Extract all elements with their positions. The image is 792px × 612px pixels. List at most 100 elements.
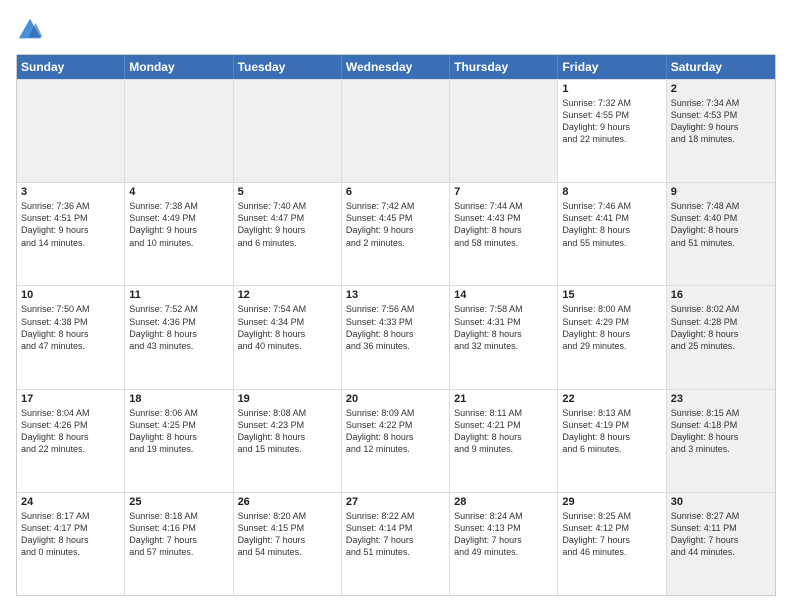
day-cell-30: 30 Sunrise: 8:27 AM Sunset: 4:11 PM Dayli… — [667, 493, 775, 595]
day-info: Sunrise: 8:15 AM Sunset: 4:18 PM Dayligh… — [671, 407, 771, 456]
logo — [16, 16, 48, 44]
day-info: Sunrise: 7:42 AM Sunset: 4:45 PM Dayligh… — [346, 200, 445, 249]
day-number: 2 — [671, 83, 771, 95]
day-cell-29: 29 Sunrise: 8:25 AM Sunset: 4:12 PM Dayli… — [558, 493, 666, 595]
day-info: Sunrise: 7:54 AM Sunset: 4:34 PM Dayligh… — [238, 303, 337, 352]
calendar-body: 1 Sunrise: 7:32 AM Sunset: 4:55 PM Daylig… — [17, 79, 775, 595]
week-row-3: 10 Sunrise: 7:50 AM Sunset: 4:38 PM Dayli… — [17, 285, 775, 388]
day-info: Sunrise: 7:38 AM Sunset: 4:49 PM Dayligh… — [129, 200, 228, 249]
day-info: Sunrise: 7:32 AM Sunset: 4:55 PM Dayligh… — [562, 97, 661, 146]
day-info: Sunrise: 8:11 AM Sunset: 4:21 PM Dayligh… — [454, 407, 553, 456]
day-cell-27: 27 Sunrise: 8:22 AM Sunset: 4:14 PM Dayli… — [342, 493, 450, 595]
day-cell-28: 28Sunrise: 8:24 AM Sunset: 4:13 PM Dayli… — [450, 493, 558, 595]
day-number: 30 — [671, 496, 771, 508]
day-cell-10: 10 Sunrise: 7:50 AM Sunset: 4:38 PM Dayli… — [17, 286, 125, 388]
day-cell-20: 20 Sunrise: 8:09 AM Sunset: 4:22 PM Dayli… — [342, 390, 450, 492]
day-info: Sunrise: 7:46 AM Sunset: 4:41 PM Dayligh… — [562, 200, 661, 249]
day-number: 27 — [346, 496, 445, 508]
day-cell-16: 16 Sunrise: 8:02 AM Sunset: 4:28 PM Dayli… — [667, 286, 775, 388]
day-number: 17 — [21, 393, 120, 405]
day-cell-1: 1 Sunrise: 7:32 AM Sunset: 4:55 PM Daylig… — [558, 80, 666, 182]
day-cell-4: 4 Sunrise: 7:38 AM Sunset: 4:49 PM Daylig… — [125, 183, 233, 285]
day-cell-26: 26 Sunrise: 8:20 AM Sunset: 4:15 PM Dayli… — [234, 493, 342, 595]
day-cell-12: 12 Sunrise: 7:54 AM Sunset: 4:34 PM Dayli… — [234, 286, 342, 388]
day-number: 7 — [454, 186, 553, 198]
day-info: Sunrise: 8:18 AM Sunset: 4:16 PM Dayligh… — [129, 510, 228, 559]
day-info: Sunrise: 8:09 AM Sunset: 4:22 PM Dayligh… — [346, 407, 445, 456]
day-info: Sunrise: 8:02 AM Sunset: 4:28 PM Dayligh… — [671, 303, 771, 352]
day-info: Sunrise: 8:17 AM Sunset: 4:17 PM Dayligh… — [21, 510, 120, 559]
day-header-saturday: Saturday — [667, 55, 775, 79]
day-cell-5: 5 Sunrise: 7:40 AM Sunset: 4:47 PM Daylig… — [234, 183, 342, 285]
day-cell-18: 18Sunrise: 8:06 AM Sunset: 4:25 PM Dayli… — [125, 390, 233, 492]
day-cell-8: 8 Sunrise: 7:46 AM Sunset: 4:41 PM Daylig… — [558, 183, 666, 285]
day-number: 12 — [238, 289, 337, 301]
day-number: 15 — [562, 289, 661, 301]
day-cell-22: 22 Sunrise: 8:13 AM Sunset: 4:19 PM Dayli… — [558, 390, 666, 492]
day-cell-9: 9 Sunrise: 7:48 AM Sunset: 4:40 PM Daylig… — [667, 183, 775, 285]
day-number: 18 — [129, 393, 228, 405]
day-cell-2: 2Sunrise: 7:34 AM Sunset: 4:53 PM Daylig… — [667, 80, 775, 182]
day-number: 28 — [454, 496, 553, 508]
day-info: Sunrise: 7:40 AM Sunset: 4:47 PM Dayligh… — [238, 200, 337, 249]
day-number: 10 — [21, 289, 120, 301]
day-number: 22 — [562, 393, 661, 405]
day-number: 26 — [238, 496, 337, 508]
day-number: 14 — [454, 289, 553, 301]
day-cell-21: 21 Sunrise: 8:11 AM Sunset: 4:21 PM Dayli… — [450, 390, 558, 492]
day-number: 9 — [671, 186, 771, 198]
day-number: 24 — [21, 496, 120, 508]
day-header-tuesday: Tuesday — [234, 55, 342, 79]
week-row-5: 24 Sunrise: 8:17 AM Sunset: 4:17 PM Dayli… — [17, 492, 775, 595]
day-info: Sunrise: 8:22 AM Sunset: 4:14 PM Dayligh… — [346, 510, 445, 559]
day-number: 21 — [454, 393, 553, 405]
day-number: 16 — [671, 289, 771, 301]
day-info: Sunrise: 7:44 AM Sunset: 4:43 PM Dayligh… — [454, 200, 553, 249]
day-info: Sunrise: 8:20 AM Sunset: 4:15 PM Dayligh… — [238, 510, 337, 559]
empty-cell — [234, 80, 342, 182]
day-number: 20 — [346, 393, 445, 405]
week-row-4: 17 Sunrise: 8:04 AM Sunset: 4:26 PM Dayli… — [17, 389, 775, 492]
day-number: 29 — [562, 496, 661, 508]
day-cell-6: 6 Sunrise: 7:42 AM Sunset: 4:45 PM Daylig… — [342, 183, 450, 285]
day-number: 25 — [129, 496, 228, 508]
page-header — [16, 16, 776, 44]
day-info: Sunrise: 8:25 AM Sunset: 4:12 PM Dayligh… — [562, 510, 661, 559]
day-cell-25: 25 Sunrise: 8:18 AM Sunset: 4:16 PM Dayli… — [125, 493, 233, 595]
day-number: 11 — [129, 289, 228, 301]
day-number: 6 — [346, 186, 445, 198]
week-row-1: 1 Sunrise: 7:32 AM Sunset: 4:55 PM Daylig… — [17, 79, 775, 182]
day-header-friday: Friday — [558, 55, 666, 79]
empty-cell — [342, 80, 450, 182]
day-header-wednesday: Wednesday — [342, 55, 450, 79]
day-header-thursday: Thursday — [450, 55, 558, 79]
day-number: 23 — [671, 393, 771, 405]
day-cell-3: 3Sunrise: 7:36 AM Sunset: 4:51 PM Daylig… — [17, 183, 125, 285]
day-info: Sunrise: 8:27 AM Sunset: 4:11 PM Dayligh… — [671, 510, 771, 559]
week-row-2: 3Sunrise: 7:36 AM Sunset: 4:51 PM Daylig… — [17, 182, 775, 285]
day-number: 1 — [562, 83, 661, 95]
day-number: 4 — [129, 186, 228, 198]
day-info: Sunrise: 7:58 AM Sunset: 4:31 PM Dayligh… — [454, 303, 553, 352]
calendar-header: SundayMondayTuesdayWednesdayThursdayFrid… — [17, 55, 775, 79]
day-number: 19 — [238, 393, 337, 405]
day-cell-23: 23 Sunrise: 8:15 AM Sunset: 4:18 PM Dayli… — [667, 390, 775, 492]
day-number: 5 — [238, 186, 337, 198]
day-cell-15: 15Sunrise: 8:00 AM Sunset: 4:29 PM Dayli… — [558, 286, 666, 388]
day-number: 8 — [562, 186, 661, 198]
logo-icon — [16, 16, 44, 44]
day-number: 13 — [346, 289, 445, 301]
day-info: Sunrise: 7:48 AM Sunset: 4:40 PM Dayligh… — [671, 200, 771, 249]
day-cell-14: 14 Sunrise: 7:58 AM Sunset: 4:31 PM Dayli… — [450, 286, 558, 388]
day-cell-7: 7 Sunrise: 7:44 AM Sunset: 4:43 PM Daylig… — [450, 183, 558, 285]
day-header-sunday: Sunday — [17, 55, 125, 79]
day-cell-13: 13Sunrise: 7:56 AM Sunset: 4:33 PM Dayli… — [342, 286, 450, 388]
day-info: Sunrise: 7:50 AM Sunset: 4:38 PM Dayligh… — [21, 303, 120, 352]
day-info: Sunrise: 8:13 AM Sunset: 4:19 PM Dayligh… — [562, 407, 661, 456]
day-info: Sunrise: 7:52 AM Sunset: 4:36 PM Dayligh… — [129, 303, 228, 352]
day-cell-17: 17 Sunrise: 8:04 AM Sunset: 4:26 PM Dayli… — [17, 390, 125, 492]
empty-cell — [125, 80, 233, 182]
day-cell-19: 19Sunrise: 8:08 AM Sunset: 4:23 PM Dayli… — [234, 390, 342, 492]
day-info: Sunrise: 7:36 AM Sunset: 4:51 PM Dayligh… — [21, 200, 120, 249]
day-info: Sunrise: 8:04 AM Sunset: 4:26 PM Dayligh… — [21, 407, 120, 456]
